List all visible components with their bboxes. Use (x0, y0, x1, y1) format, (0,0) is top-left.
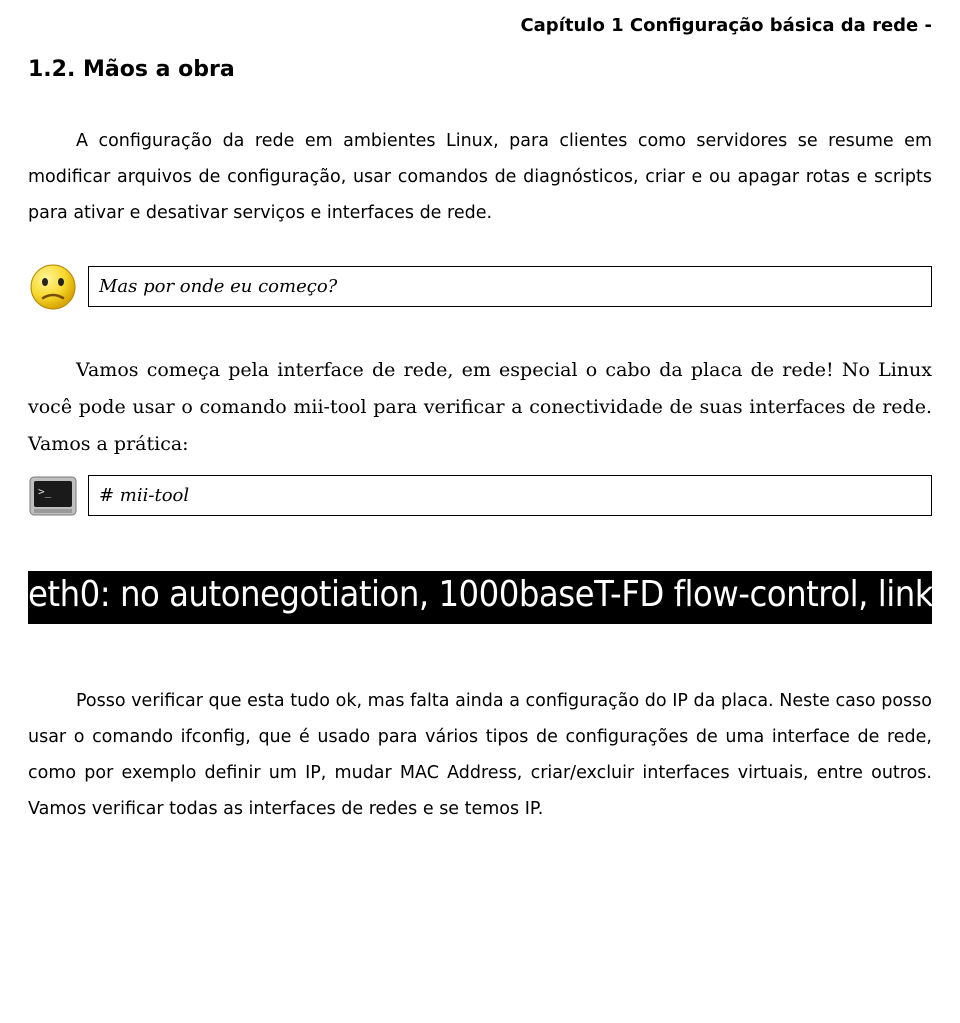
chapter-header: Capítulo 1 Configuração básica da rede - (28, 12, 932, 39)
paragraph-ifconfig: Posso verificar que esta tudo ok, mas fa… (28, 684, 932, 828)
section-title: 1.2. Mãos a obra (28, 53, 932, 86)
callout-question-row: Mas por onde eu começo? (28, 262, 932, 312)
paragraph-intro: A configuração da rede em ambientes Linu… (28, 124, 932, 232)
paragraph-mii-tool: Vamos começa pela interface de rede, em … (28, 352, 932, 463)
console-output: eth0: no autonegotiation, 1000baseT-FD f… (28, 571, 932, 624)
svg-text:>_: >_ (38, 485, 52, 498)
terminal-icon: >_ (28, 471, 78, 521)
thinking-face-icon (28, 262, 78, 312)
command-row: >_ # mii-tool (28, 471, 932, 521)
callout-question-box: Mas por onde eu começo? (88, 266, 932, 307)
command-box: # mii-tool (88, 475, 932, 516)
